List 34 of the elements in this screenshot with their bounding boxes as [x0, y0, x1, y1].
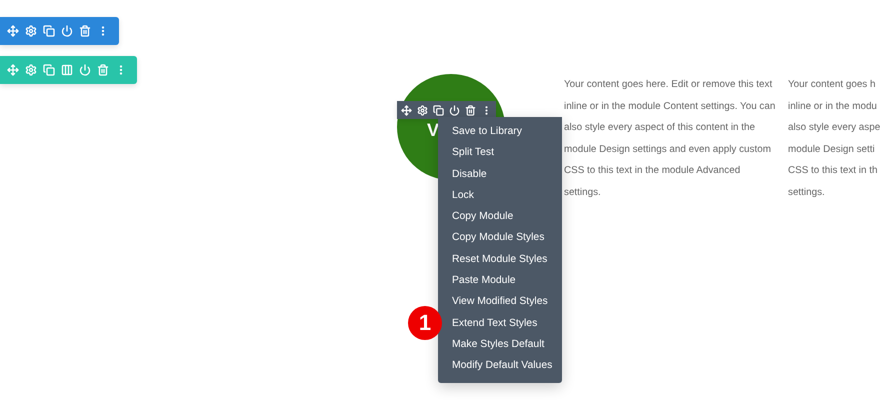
text-line: also style every aspe — [788, 121, 880, 136]
text-line: inline or in the modu — [788, 100, 877, 114]
settings-icon[interactable] — [25, 25, 37, 37]
menu-item[interactable]: Modify Default Values — [438, 355, 562, 377]
menu-item[interactable]: Disable — [438, 164, 562, 185]
menu-item[interactable]: Lock — [438, 184, 562, 206]
text-line: settings. — [564, 186, 601, 200]
text-line: Your content goes h — [788, 78, 876, 92]
text-line: module Design settings and even apply custom — [564, 142, 771, 157]
trash-icon[interactable] — [465, 104, 476, 116]
menu-item[interactable]: Paste Module — [438, 270, 562, 292]
step-badge: 1 — [408, 306, 442, 340]
menu-item[interactable]: Copy Module Styles — [438, 227, 562, 249]
menu-item[interactable]: Reset Module Styles — [438, 248, 562, 270]
columns-icon[interactable] — [61, 64, 73, 76]
move-icon[interactable] — [7, 25, 19, 37]
duplicate-icon[interactable] — [433, 104, 444, 116]
menu-item[interactable]: Save to Library — [438, 121, 562, 142]
power-icon[interactable] — [61, 25, 73, 37]
trash-icon[interactable] — [79, 25, 91, 37]
move-icon[interactable] — [401, 104, 412, 116]
text-line: module Design setti — [788, 142, 875, 157]
text-line: CSS to this text in the module Advanced — [564, 164, 740, 178]
menu-item[interactable]: Split Test — [438, 142, 562, 164]
duplicate-icon[interactable] — [43, 25, 55, 37]
text-line: also style every aspect of this content in the — [564, 121, 756, 136]
text-line: settings. — [788, 186, 825, 200]
text-line: CSS to this text in th — [788, 164, 878, 178]
module-heading: V — [427, 120, 440, 141]
settings-icon[interactable] — [417, 104, 428, 116]
power-icon[interactable] — [449, 104, 460, 116]
text-line: inline or in the module Content settings. You can — [564, 100, 776, 114]
menu-item[interactable]: Copy Module — [438, 206, 562, 228]
text-line: Your content goes here. Edit or remove this text — [564, 78, 772, 92]
